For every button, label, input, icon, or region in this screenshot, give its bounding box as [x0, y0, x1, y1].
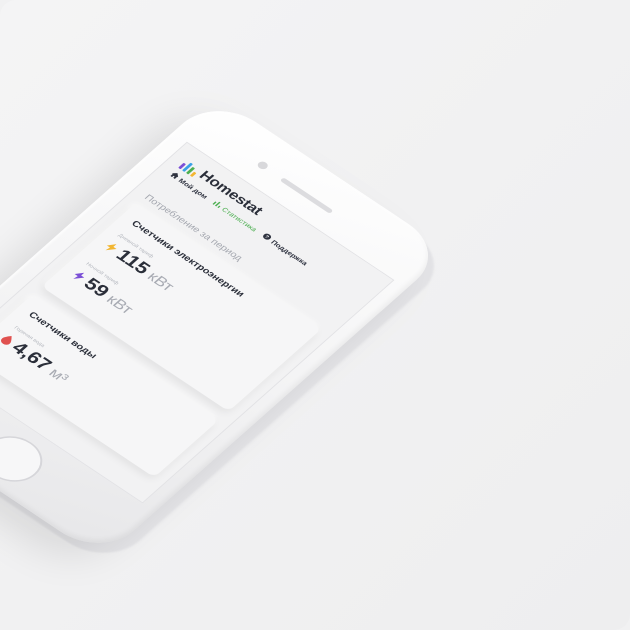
logo-bars-icon	[178, 159, 202, 178]
water-value: 4,67	[7, 337, 57, 374]
water-unit: м³	[45, 365, 73, 386]
front-camera	[255, 160, 270, 171]
app-screen: Homestat Мой дом Статистика ? Поддержка …	[0, 141, 395, 504]
nav-item-support[interactable]: ? Поддержка	[261, 233, 310, 267]
logo-bar	[189, 171, 197, 178]
phone-body: Homestat Мой дом Статистика ? Поддержка …	[0, 95, 450, 559]
stage: Homestat Мой дом Статистика ? Поддержка …	[0, 0, 630, 630]
nav-label-support: Поддержка	[269, 238, 310, 267]
phone-mockup: Homestat Мой дом Статистика ? Поддержка …	[0, 0, 630, 630]
day-tariff-value: 115	[111, 245, 155, 278]
